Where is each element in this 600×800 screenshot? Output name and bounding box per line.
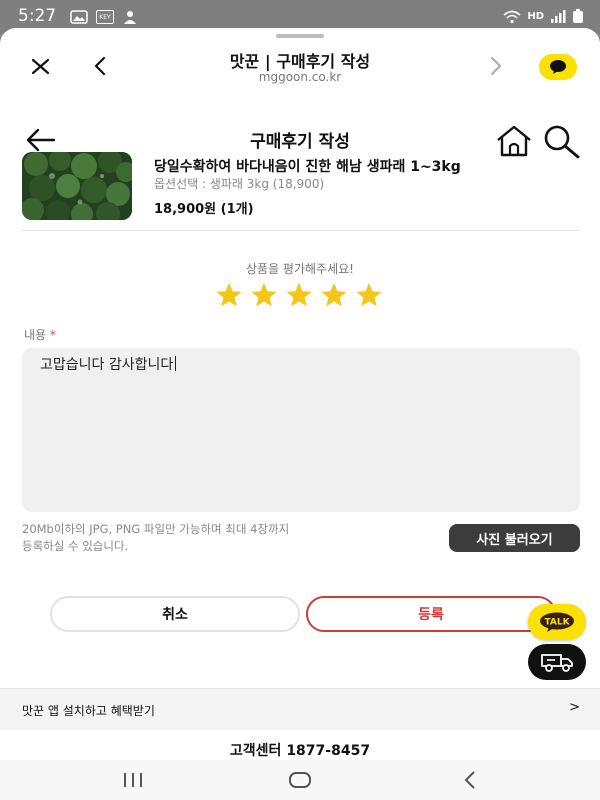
page-title: 구매후기 작성: [250, 132, 350, 152]
battery-icon: [573, 9, 583, 23]
text-cursor: [175, 356, 177, 371]
browser-sheet: 맛꾼 | 구매후기 작성 mggoon.co.kr 구매후기 작성 당일수확하여…: [0, 28, 600, 800]
chat-bubble-icon: [550, 60, 566, 74]
star-icon[interactable]: [214, 282, 244, 308]
browser-title: 맛꾼 | 구매후기 작성: [229, 52, 371, 71]
delivery-button[interactable]: [528, 644, 586, 680]
kakao-talk-button[interactable]: TALK: [528, 604, 586, 640]
star-rating[interactable]: [214, 282, 384, 308]
nav-back-icon[interactable]: [458, 768, 482, 792]
status-time: 5:27: [18, 6, 57, 26]
star-icon[interactable]: [319, 282, 349, 308]
kakao-chat-button[interactable]: [539, 54, 577, 80]
signal-icon: [551, 9, 566, 23]
talk-label: TALK: [544, 618, 570, 628]
home-button-icon[interactable]: [287, 768, 313, 792]
browser-back-icon[interactable]: [90, 52, 112, 78]
product-thumbnail: [22, 152, 132, 220]
cancel-button[interactable]: 취소: [50, 596, 300, 632]
upload-note: 20Mb이하의 JPG, PNG 파일만 가능하며 최대 4장까지 등록하실 수…: [22, 521, 402, 555]
star-icon[interactable]: [284, 282, 314, 308]
hd-voice-label: HD: [527, 11, 544, 22]
browser-url[interactable]: mggoon.co.kr: [150, 70, 450, 84]
divider: [22, 230, 580, 231]
chevron-right-icon: >: [569, 700, 580, 715]
content-label: 내용 *: [24, 326, 56, 343]
browser-header: 맛꾼 | 구매후기 작성 mggoon.co.kr: [0, 40, 600, 98]
back-arrow-icon[interactable]: [24, 126, 58, 154]
star-icon[interactable]: [249, 282, 279, 308]
content-label-text: 내용: [24, 328, 47, 342]
customer-center: 고객센터 1877-8457: [229, 743, 371, 759]
search-icon[interactable]: [540, 122, 582, 160]
delivery-truck-icon: [541, 654, 573, 672]
close-icon[interactable]: [28, 52, 54, 78]
home-icon[interactable]: [494, 124, 534, 158]
load-photo-button[interactable]: 사진 불러오기: [449, 524, 580, 552]
wifi-icon: [503, 10, 521, 23]
upload-note-line-1: 20Mb이하의 JPG, PNG 파일만 가능하며 최대 4장까지: [22, 522, 290, 536]
key-icon: KEY: [96, 10, 114, 24]
star-icon[interactable]: [354, 282, 384, 308]
browser-forward-icon[interactable]: [486, 52, 506, 78]
required-mark: *: [49, 328, 56, 342]
rating-prompt: 상품을 평가해주세요!: [246, 262, 354, 276]
user-icon: [124, 11, 136, 24]
image-icon: [70, 10, 88, 24]
product-price: 18,900원 (1개): [154, 202, 254, 217]
app-banner-text: 맛꾼 앱 설치하고 혜택받기: [22, 704, 155, 718]
sheet-drag-handle[interactable]: [276, 34, 324, 38]
status-notification-icons: KEY: [70, 9, 138, 25]
status-system-icons: HD: [503, 9, 584, 24]
android-nav-bar: [0, 760, 600, 800]
review-textarea[interactable]: 고맙습니다 감사합니다: [22, 348, 580, 512]
product-name: 당일수확하여 바다내음이 진한 해남 생파래 1~3kg: [154, 159, 461, 175]
product-summary: 당일수확하여 바다내음이 진한 해남 생파래 1~3kg 옵션선택 : 생파래 …: [0, 152, 600, 258]
submit-button[interactable]: 등록: [306, 596, 556, 632]
recent-apps-icon[interactable]: [120, 768, 146, 792]
talk-icon: TALK: [540, 612, 574, 632]
product-option: 옵션선택 : 생파래 3kg (18,900): [154, 177, 325, 191]
app-install-banner[interactable]: 맛꾼 앱 설치하고 혜택받기 >: [0, 688, 600, 730]
upload-note-line-2: 등록하실 수 있습니다.: [22, 539, 129, 553]
review-text: 고맙습니다 감사합니다: [40, 357, 174, 373]
